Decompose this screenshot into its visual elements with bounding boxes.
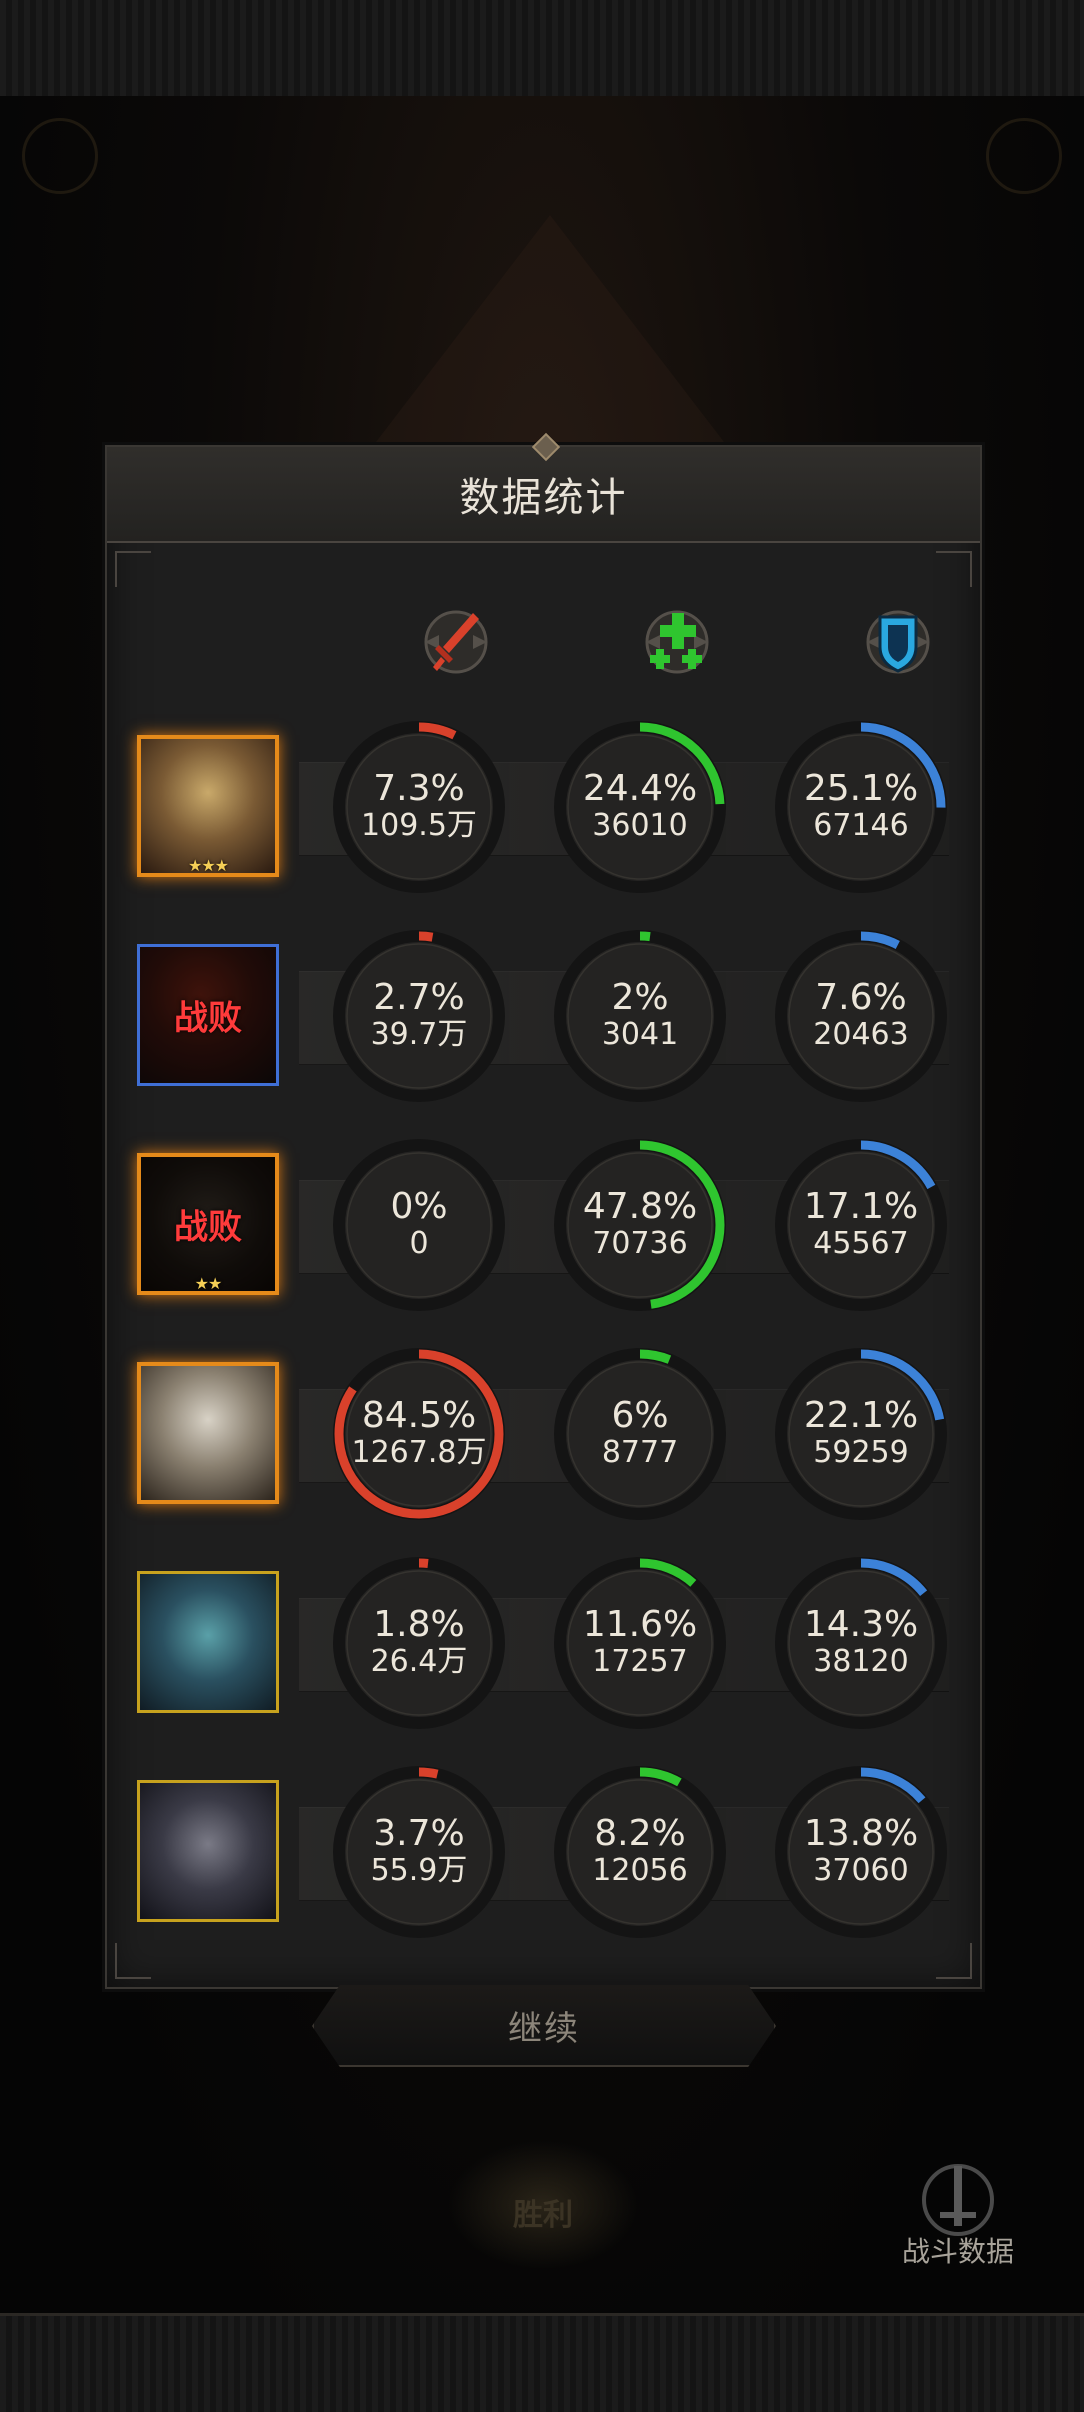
tank-gauge: 17.1% 45567 bbox=[771, 1135, 951, 1315]
hero-portrait[interactable] bbox=[137, 1362, 279, 1504]
blonde-warrior-portrait bbox=[141, 739, 275, 873]
star-rating: ★★★ bbox=[187, 856, 229, 875]
hero-stats-row: 1.8% 26.4万 11.6% 17257 14.3% 38120 bbox=[129, 1557, 958, 1729]
damage-value: 109.5万 bbox=[361, 808, 477, 843]
corner-ornament bbox=[115, 1943, 151, 1979]
battle-data-button[interactable]: 战斗数据 bbox=[898, 2160, 1018, 2270]
star-rating: ★★ bbox=[194, 1274, 223, 1293]
tank-percent: 14.3% bbox=[803, 1604, 919, 1645]
tank-gauge: 7.6% 20463 bbox=[771, 926, 951, 1106]
hero-portrait[interactable]: 战败 bbox=[137, 944, 279, 1086]
defeated-label: 战败 bbox=[174, 1207, 242, 1248]
heal-gauge: 2% 3041 bbox=[550, 926, 730, 1106]
damage-percent: 3.7% bbox=[373, 1813, 465, 1854]
heal-gauge: 24.4% 36010 bbox=[550, 717, 730, 897]
damage-percent: 1.8% bbox=[373, 1604, 465, 1645]
heal-value: 70736 bbox=[592, 1226, 688, 1261]
heal-percent: 11.6% bbox=[582, 1604, 698, 1645]
heal-value: 36010 bbox=[592, 808, 688, 843]
crossed-swords-icon bbox=[922, 2164, 994, 2236]
tank-gauge: 14.3% 38120 bbox=[771, 1553, 951, 1733]
hero-portrait[interactable]: ★★★ bbox=[137, 735, 279, 877]
heal-plus-icon bbox=[632, 597, 722, 687]
defeated-label: 战败 bbox=[174, 998, 242, 1039]
hero-stats-row: 3.7% 55.9万 8.2% 12056 13.8% 37060 bbox=[129, 1766, 958, 1938]
damage-percent: 84.5% bbox=[361, 1395, 477, 1436]
damage-gauge: 7.3% 109.5万 bbox=[329, 717, 509, 897]
heal-value: 12056 bbox=[592, 1853, 688, 1888]
bottom-border-bar bbox=[0, 2313, 1084, 2412]
heal-gauge: 47.8% 70736 bbox=[550, 1135, 730, 1315]
heal-value: 3041 bbox=[601, 1017, 679, 1052]
tank-value: 59259 bbox=[813, 1435, 909, 1470]
corner-ornament bbox=[115, 551, 151, 587]
damage-gauge: 84.5% 1267.8万 bbox=[329, 1344, 509, 1524]
werewolf-portrait bbox=[140, 1783, 276, 1919]
damage-value: 55.9万 bbox=[370, 1853, 468, 1888]
corner-ornament bbox=[936, 551, 972, 587]
hero-stats-row: 战败 ★★ 0% 0 47.8% 70736 17.1% 45567 bbox=[129, 1139, 958, 1311]
elf-portrait bbox=[140, 1574, 276, 1710]
damage-value: 1267.8万 bbox=[351, 1435, 487, 1470]
victory-emblem: 胜利 bbox=[448, 2140, 638, 2270]
tank-gauge: 25.1% 67146 bbox=[771, 717, 951, 897]
background-settings-icon bbox=[986, 118, 1062, 194]
tank-value: 20463 bbox=[813, 1017, 909, 1052]
tank-value: 38120 bbox=[813, 1644, 909, 1679]
victory-emblem-label: 胜利 bbox=[513, 2198, 573, 2233]
hero-portrait[interactable] bbox=[137, 1571, 279, 1713]
top-border-bar bbox=[0, 0, 1084, 99]
dialog-header: 数据统计 bbox=[107, 432, 980, 543]
damage-value: 39.7万 bbox=[370, 1017, 468, 1052]
damage-percent: 2.7% bbox=[373, 977, 465, 1018]
corner-ornament bbox=[936, 1943, 972, 1979]
tank-percent: 7.6% bbox=[815, 977, 907, 1018]
continue-button-label: 继续 bbox=[508, 2008, 580, 2049]
sword-icon bbox=[411, 597, 501, 687]
damage-value: 0 bbox=[409, 1226, 429, 1261]
damage-gauge: 2.7% 39.7万 bbox=[329, 926, 509, 1106]
tank-percent: 25.1% bbox=[803, 768, 919, 809]
tank-value: 37060 bbox=[813, 1853, 909, 1888]
heal-gauge: 6% 8777 bbox=[550, 1344, 730, 1524]
hero-stats-row: 84.5% 1267.8万 6% 8777 22.1% 59259 bbox=[129, 1348, 958, 1520]
tank-percent: 17.1% bbox=[803, 1186, 919, 1227]
heal-value: 8777 bbox=[601, 1435, 679, 1470]
heal-percent: 8.2% bbox=[594, 1813, 686, 1854]
battle-data-label: 战斗数据 bbox=[901, 2235, 1014, 2268]
heal-gauge: 11.6% 17257 bbox=[550, 1553, 730, 1733]
heal-percent: 24.4% bbox=[582, 768, 698, 809]
damage-gauge: 1.8% 26.4万 bbox=[329, 1553, 509, 1733]
stats-dialog: 数据统计 ★★★ 7.3% 109.5万 24.4% 36010 25.1% 6… bbox=[105, 432, 982, 1989]
hero-stats-row: 战败 2.7% 39.7万 2% 3041 7.6% 20463 bbox=[129, 930, 958, 1102]
tank-gauge: 13.8% 37060 bbox=[771, 1762, 951, 1942]
damage-percent: 7.3% bbox=[373, 768, 465, 809]
tank-value: 67146 bbox=[813, 808, 909, 843]
tank-percent: 22.1% bbox=[803, 1395, 919, 1436]
damage-gauge: 3.7% 55.9万 bbox=[329, 1762, 509, 1942]
tank-value: 45567 bbox=[813, 1226, 909, 1261]
damage-percent: 0% bbox=[390, 1186, 448, 1227]
shield-icon bbox=[853, 597, 943, 687]
heal-gauge: 8.2% 12056 bbox=[550, 1762, 730, 1942]
damage-value: 26.4万 bbox=[370, 1644, 468, 1679]
dialog-title: 数据统计 bbox=[459, 475, 628, 521]
heal-value: 17257 bbox=[592, 1644, 688, 1679]
heal-percent: 47.8% bbox=[582, 1186, 698, 1227]
heal-percent: 6% bbox=[611, 1395, 669, 1436]
hero-portrait[interactable]: 战败 ★★ bbox=[137, 1153, 279, 1295]
tank-gauge: 22.1% 59259 bbox=[771, 1344, 951, 1524]
damage-gauge: 0% 0 bbox=[329, 1135, 509, 1315]
continue-button[interactable]: 继续 bbox=[312, 1985, 776, 2067]
tank-percent: 13.8% bbox=[803, 1813, 919, 1854]
silver-priestess-portrait bbox=[141, 1366, 275, 1500]
background-play-icon bbox=[22, 118, 98, 194]
heal-percent: 2% bbox=[611, 977, 669, 1018]
hero-portrait[interactable] bbox=[137, 1780, 279, 1922]
hero-stats-row: ★★★ 7.3% 109.5万 24.4% 36010 25.1% 67146 bbox=[129, 721, 958, 893]
